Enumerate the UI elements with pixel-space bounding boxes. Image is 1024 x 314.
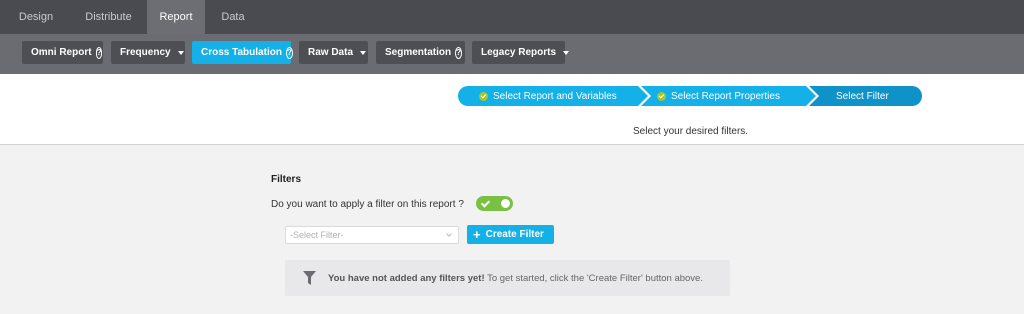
tab-data[interactable]: Data: [207, 0, 259, 34]
omni-report-label: Omni Report: [31, 47, 92, 58]
help-icon: ?: [455, 46, 463, 59]
segmentation-label: Segmentation: [385, 47, 452, 58]
caret-down-icon: [177, 50, 184, 55]
step-label: Select Filter: [836, 90, 889, 102]
apply-filter-question: Do you want to apply a filter on this re…: [271, 199, 464, 210]
segmentation-button[interactable]: Segmentation ?: [376, 41, 465, 64]
empty-message-strong: You have not added any filters yet!: [328, 272, 485, 284]
step-select-report-properties[interactable]: Select Report Properties: [640, 86, 816, 106]
empty-message-rest: To get started, click the 'Create Filter…: [484, 272, 703, 284]
filter-select-placeholder: -Select Filter-: [290, 230, 344, 240]
funnel-icon: [303, 271, 316, 285]
raw-data-dropdown[interactable]: Raw Data: [299, 41, 368, 64]
caret-down-icon: [563, 50, 570, 55]
empty-message-text: You have not added any filters yet! To g…: [328, 273, 703, 284]
legacy-reports-dropdown[interactable]: Legacy Reports: [472, 41, 570, 64]
check-icon: [479, 91, 488, 101]
cross-tabulation-label: Cross Tabulation: [201, 47, 282, 58]
wizard-stepper: Select Report and Variables Select Repor…: [0, 74, 1024, 120]
create-filter-label: Create Filter: [485, 229, 544, 240]
frequency-dropdown[interactable]: Frequency: [111, 41, 185, 64]
frequency-label: Frequency: [120, 47, 171, 58]
tab-report[interactable]: Report: [147, 0, 205, 34]
instruction-text: Select your desired filters.: [633, 126, 749, 137]
step-select-filter[interactable]: Select Filter: [808, 86, 922, 106]
tab-distribute[interactable]: Distribute: [72, 0, 145, 34]
filters-heading: Filters: [271, 174, 302, 185]
plus-icon: +: [473, 226, 481, 242]
cross-tabulation-button[interactable]: Cross Tabulation ?: [192, 41, 293, 64]
empty-filters-message: You have not added any filters yet! To g…: [285, 260, 730, 296]
tab-design[interactable]: Design: [0, 0, 72, 34]
report-toolbar: Omni Report ? Frequency Cross Tabulation…: [0, 34, 1024, 74]
check-icon: [480, 198, 491, 208]
step-label: Select Report and Variables: [493, 90, 617, 102]
step-label: Select Report Properties: [671, 90, 780, 102]
help-icon: ?: [285, 46, 293, 59]
caret-down-icon: [360, 50, 367, 55]
help-icon: ?: [95, 46, 103, 59]
top-tab-bar: Design Distribute Report Data: [0, 0, 1024, 34]
filter-select[interactable]: -Select Filter-: [285, 226, 459, 244]
apply-filter-toggle[interactable]: [476, 196, 513, 211]
step-select-report-variables[interactable]: Select Report and Variables: [458, 86, 648, 106]
toggle-knob: [501, 199, 510, 208]
raw-data-label: Raw Data: [308, 47, 354, 58]
check-icon: [657, 91, 666, 101]
instruction-bar: Select your desired filters.: [0, 120, 1024, 145]
legacy-reports-label: Legacy Reports: [481, 47, 557, 58]
chevron-down-icon: [446, 231, 452, 237]
create-filter-button[interactable]: + Create Filter: [467, 225, 554, 244]
filters-panel: Filters Do you want to apply a filter on…: [0, 146, 1024, 314]
omni-report-button[interactable]: Omni Report ?: [22, 41, 103, 64]
